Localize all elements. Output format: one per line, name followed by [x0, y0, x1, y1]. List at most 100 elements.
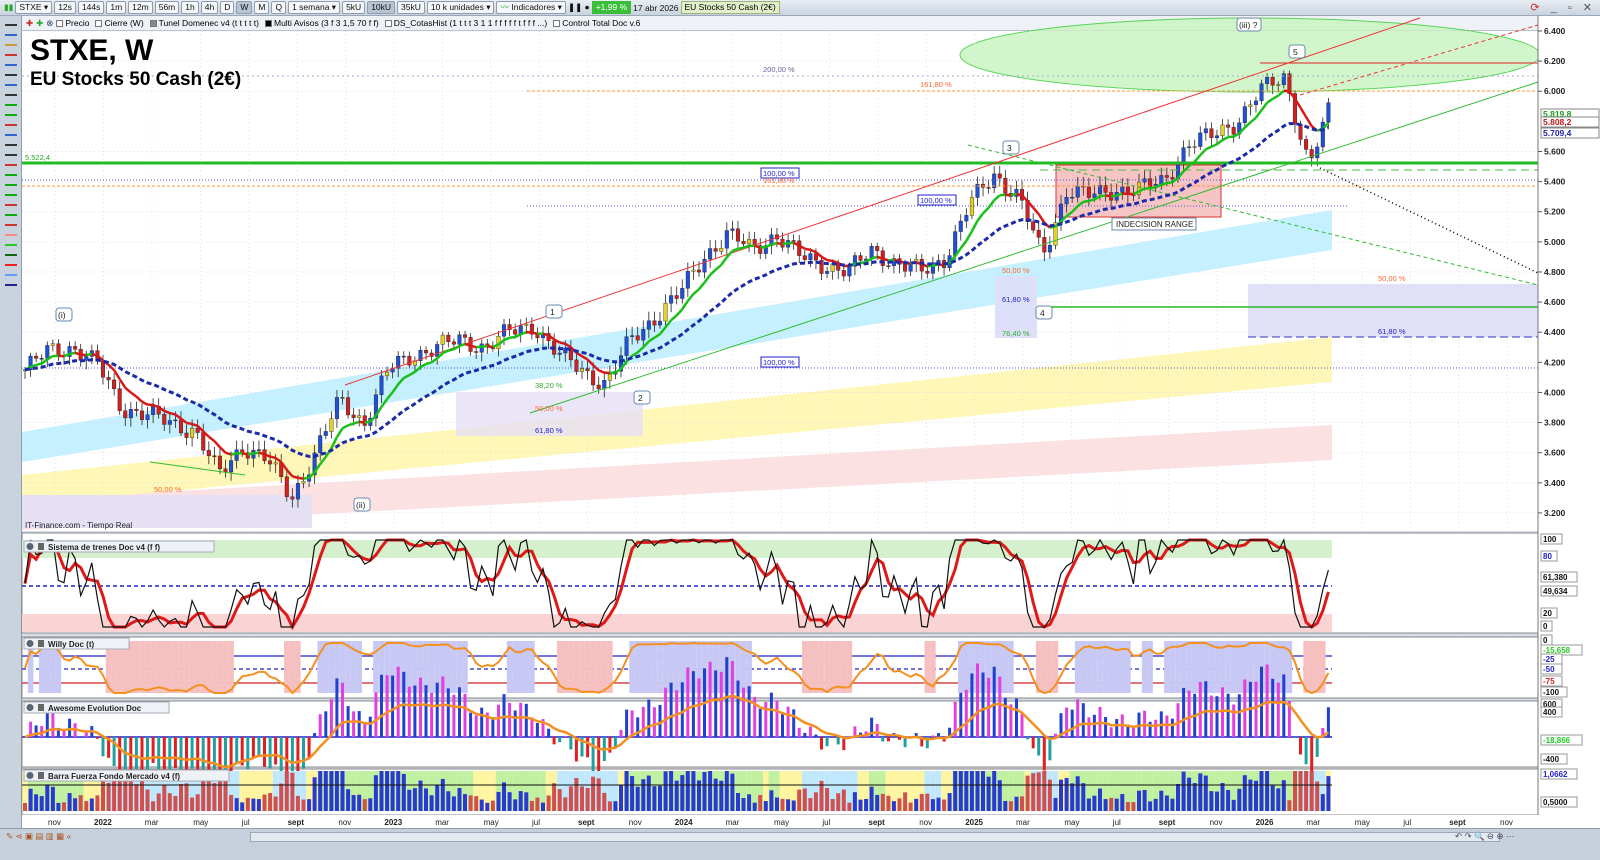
force-bar [1086, 798, 1091, 811]
force-bar [62, 802, 66, 811]
ao-bar [1209, 695, 1213, 737]
candle [730, 228, 735, 231]
time-tick-label: nov [919, 818, 932, 827]
ema-fast [826, 258, 833, 263]
panel-axis-label: 0,5000 [1543, 798, 1568, 807]
panel-axis-label: 80 [1543, 552, 1552, 561]
candle [379, 375, 384, 395]
ao-bar [95, 737, 99, 739]
willy-stripe [144, 641, 151, 693]
ao-bar [424, 685, 428, 737]
ao-bar [781, 712, 784, 737]
force-bar [1070, 783, 1075, 811]
time-tick-label: nov [48, 818, 61, 827]
ema-fast [1016, 192, 1023, 197]
pencil-icon[interactable]: ✎ ⋖ ▣ ▤ ▥ ▦ « [6, 831, 71, 842]
ao-bar [569, 737, 573, 750]
force-bar [953, 771, 958, 811]
ao-bar [396, 666, 400, 737]
force-bar [541, 802, 545, 811]
fib-label: 161,80 % [763, 176, 795, 185]
force-bar [50, 786, 55, 811]
force-bar [424, 788, 428, 811]
zoom-icons[interactable]: ↶ ↷ 🔍 ⊖ ⊕ ⋯ [1455, 831, 1514, 842]
candle [1170, 177, 1175, 180]
ao-bar [513, 710, 517, 737]
close-panel-icon[interactable] [26, 640, 34, 647]
ao-bar [430, 692, 434, 737]
bottom-toolbar: ✎ ⋖ ▣ ▤ ▥ ▦ « ↶ ↷ 🔍 ⊖ ⊕ ⋯ [0, 828, 1600, 860]
candle [329, 418, 334, 432]
willy-stripe [428, 641, 435, 693]
willy-stripe [807, 641, 814, 693]
ao-bar [1293, 737, 1297, 738]
ao-bar [474, 715, 478, 737]
force-bar [1003, 800, 1008, 811]
ao-bar [508, 702, 512, 737]
price-tick-label: 5.200 [1544, 207, 1566, 217]
time-tick-label: jul [531, 818, 540, 827]
ema-fast [247, 452, 254, 456]
force-bar [89, 798, 94, 811]
close-panel-icon[interactable] [26, 704, 34, 711]
force-bar [340, 771, 345, 811]
force-bar [585, 788, 590, 811]
willy-stripe [1074, 641, 1081, 693]
candle [747, 239, 752, 245]
candle [424, 350, 429, 354]
ao-bar [769, 692, 773, 737]
willy-stripe [445, 641, 452, 693]
force-bar [847, 802, 852, 811]
ema-fast [464, 342, 471, 347]
ema-fast [169, 411, 176, 416]
willy-stripe [217, 641, 223, 693]
close-panel-icon[interactable] [26, 543, 34, 550]
willy-stripe [155, 641, 162, 693]
ao-bar [691, 671, 695, 737]
force-bar [613, 801, 618, 811]
force-bar [1304, 771, 1309, 811]
close-panel-icon[interactable] [26, 772, 34, 779]
force-bar [1092, 795, 1097, 811]
chart-subtitle: EU Stocks 50 Cash (2€) [30, 69, 241, 90]
force-bar [1309, 771, 1314, 811]
ao-bar [84, 732, 88, 737]
candle [217, 455, 222, 470]
candle [184, 432, 189, 438]
force-bar [775, 797, 779, 811]
horizontal-scrollbar[interactable] [250, 832, 1500, 842]
force-bar [1170, 798, 1175, 811]
ao-bar [302, 737, 305, 769]
candle [858, 255, 863, 261]
ao-bar [413, 685, 417, 737]
candle [1242, 106, 1247, 123]
force-bar [1181, 771, 1186, 811]
willy-stripe [584, 641, 591, 693]
candle [229, 460, 234, 473]
force-bar [45, 784, 50, 811]
price-tick-label: 3.400 [1544, 478, 1566, 488]
ema-fast [871, 255, 878, 260]
candle [167, 420, 172, 425]
force-bar [736, 792, 740, 811]
candle [602, 380, 607, 390]
force-bar [112, 778, 117, 811]
force-bar [619, 785, 623, 811]
force-bar [496, 791, 501, 811]
chart-canvas[interactable]: (i) (ii) 1 2 3 4 5 (iii) ? 200,00 % 161,80 % 100,0… [0, 0, 1600, 860]
ao-bar [329, 699, 333, 737]
time-tick-label: nov [629, 818, 642, 827]
panel-axis-label: -75 [1543, 677, 1555, 686]
candle [1209, 128, 1214, 139]
candle [607, 374, 612, 381]
candle [964, 215, 969, 222]
ao-bar [101, 737, 105, 757]
force-bar [942, 799, 947, 811]
candle [908, 263, 913, 272]
candle [513, 329, 518, 335]
panel-title: Awesome Evolution Doc [48, 704, 142, 713]
candle [574, 359, 579, 372]
ao-bar [1260, 666, 1263, 737]
force-bar [1231, 799, 1236, 811]
ema-fast [531, 331, 538, 335]
